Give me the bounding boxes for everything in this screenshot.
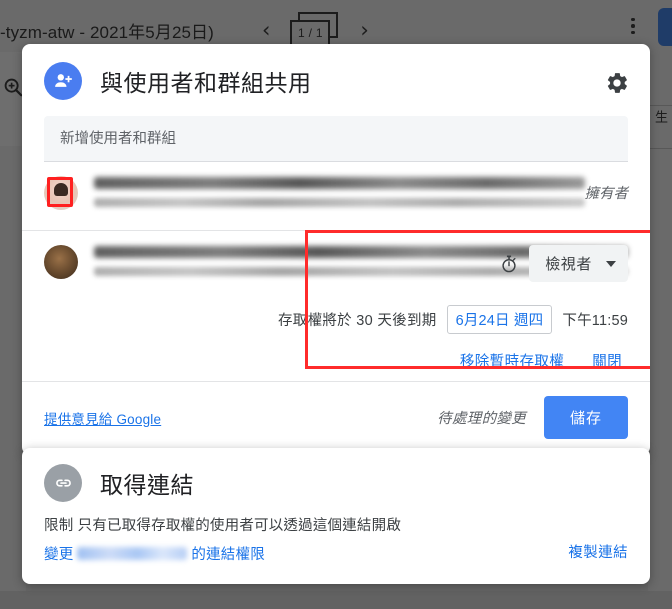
share-dialog-title: 與使用者和群組共用 — [100, 70, 312, 96]
footer-actions: 待處理的變更 儲存 — [437, 396, 628, 439]
share-dialog-footer: 提供意見給 Google 待處理的變更 儲存 — [22, 381, 650, 455]
share-dialog: 與使用者和群組共用 擁有者 — [22, 44, 650, 455]
viewer-title: -tyzm-atw - 2021年5月25日) — [0, 23, 214, 42]
person-email-redacted — [94, 198, 585, 207]
save-button[interactable]: 儲存 — [543, 396, 628, 439]
page-indicator: 1 / 1 — [288, 12, 342, 48]
get-link-title: 取得連結 — [100, 472, 194, 498]
change-suffix-label: 的連結權限 — [191, 547, 265, 563]
chevron-down-icon — [606, 260, 616, 267]
gear-icon[interactable] — [604, 70, 630, 96]
person-role-owner: 擁有者 — [584, 186, 629, 202]
role-selector-area: 檢視者 — [499, 245, 628, 282]
page-navigation: ‹ 1 / 1 › — [258, 12, 373, 48]
add-people-input[interactable] — [58, 129, 614, 148]
kebab-dot — [631, 17, 635, 22]
close-expiry-button[interactable]: 關閉 — [592, 350, 622, 371]
expiry-description: 存取權將於 30 天後到期 — [277, 313, 437, 329]
expiry-actions: 移除暫時存取權 關閉 — [44, 350, 628, 371]
kebab-dot — [631, 30, 635, 35]
link-icon — [44, 464, 82, 502]
viewer-right-edge-text: 生 — [653, 110, 668, 123]
copy-link-button[interactable]: 複製連結 — [568, 541, 628, 562]
expiry-date-picker[interactable]: 6月24日 週四 — [446, 305, 553, 334]
get-link-header: 取得連結 — [44, 464, 628, 502]
viewer-right-rule — [648, 105, 672, 106]
share-dialog-header: 與使用者和群組共用 — [22, 44, 650, 106]
viewer-right-rule — [648, 148, 672, 149]
more-options-icon[interactable] — [622, 14, 644, 38]
role-dropdown[interactable]: 檢視者 — [529, 245, 628, 282]
avatar — [44, 176, 78, 210]
get-link-section: 取得連結 限制 只有已取得存取權的使用者可以透過這個連結開啟 變更 的連結權限 … — [22, 448, 650, 584]
person-row-owner[interactable]: 擁有者 — [22, 162, 650, 230]
next-page-button[interactable]: › — [356, 19, 372, 41]
add-people-field[interactable] — [44, 116, 628, 162]
viewer-bottom-rail — [0, 591, 672, 609]
get-link-body: 限制 只有已取得存取權的使用者可以透過這個連結開啟 變更 的連結權限 複製連結 — [44, 514, 628, 564]
avatar-highlight-box — [47, 177, 73, 207]
page-stack-front-icon: 1 / 1 — [290, 20, 331, 46]
side-panel-tab[interactable] — [658, 8, 672, 46]
pending-changes-label: 待處理的變更 — [437, 411, 526, 427]
previous-page-button[interactable]: ‹ — [258, 19, 274, 41]
change-link-permission-link[interactable]: 變更 的連結權限 — [44, 543, 628, 564]
stopwatch-icon — [499, 253, 519, 275]
person-add-icon — [44, 62, 82, 100]
avatar — [44, 245, 78, 279]
expiry-settings: 存取權將於 30 天後到期 6月24日 週四 下午11:59 移除暫時存取權 關… — [22, 299, 650, 381]
remove-temporary-access-button[interactable]: 移除暫時存取權 — [460, 350, 564, 371]
screen-root: -tyzm-atw - 2021年5月25日) ‹ 1 / 1 › 生 與使用者… — [0, 0, 672, 609]
domain-redacted — [77, 547, 188, 560]
send-feedback-link[interactable]: 提供意見給 Google — [44, 408, 161, 428]
person-name-redacted — [94, 177, 585, 189]
link-restriction-text: 限制 只有已取得存取權的使用者可以透過這個連結開啟 — [44, 518, 402, 534]
zoom-in-icon[interactable] — [2, 76, 24, 98]
expiry-time[interactable]: 下午11:59 — [562, 309, 628, 330]
expiry-date-line: 存取權將於 30 天後到期 6月24日 週四 下午11:59 — [44, 305, 628, 334]
kebab-dot — [631, 24, 635, 28]
change-prefix-label: 變更 — [44, 547, 74, 563]
viewer-right-rail — [648, 52, 672, 609]
people-list: 擁有者 檢視者 存取權將於 30 天後到期 6月24日 週四 下午11:59 移… — [22, 162, 650, 381]
person-row-viewer[interactable]: 檢視者 — [22, 231, 650, 299]
page-indicator-label: 1 / 1 — [297, 26, 323, 40]
role-dropdown-label: 檢視者 — [545, 256, 592, 273]
person-details — [94, 176, 585, 207]
